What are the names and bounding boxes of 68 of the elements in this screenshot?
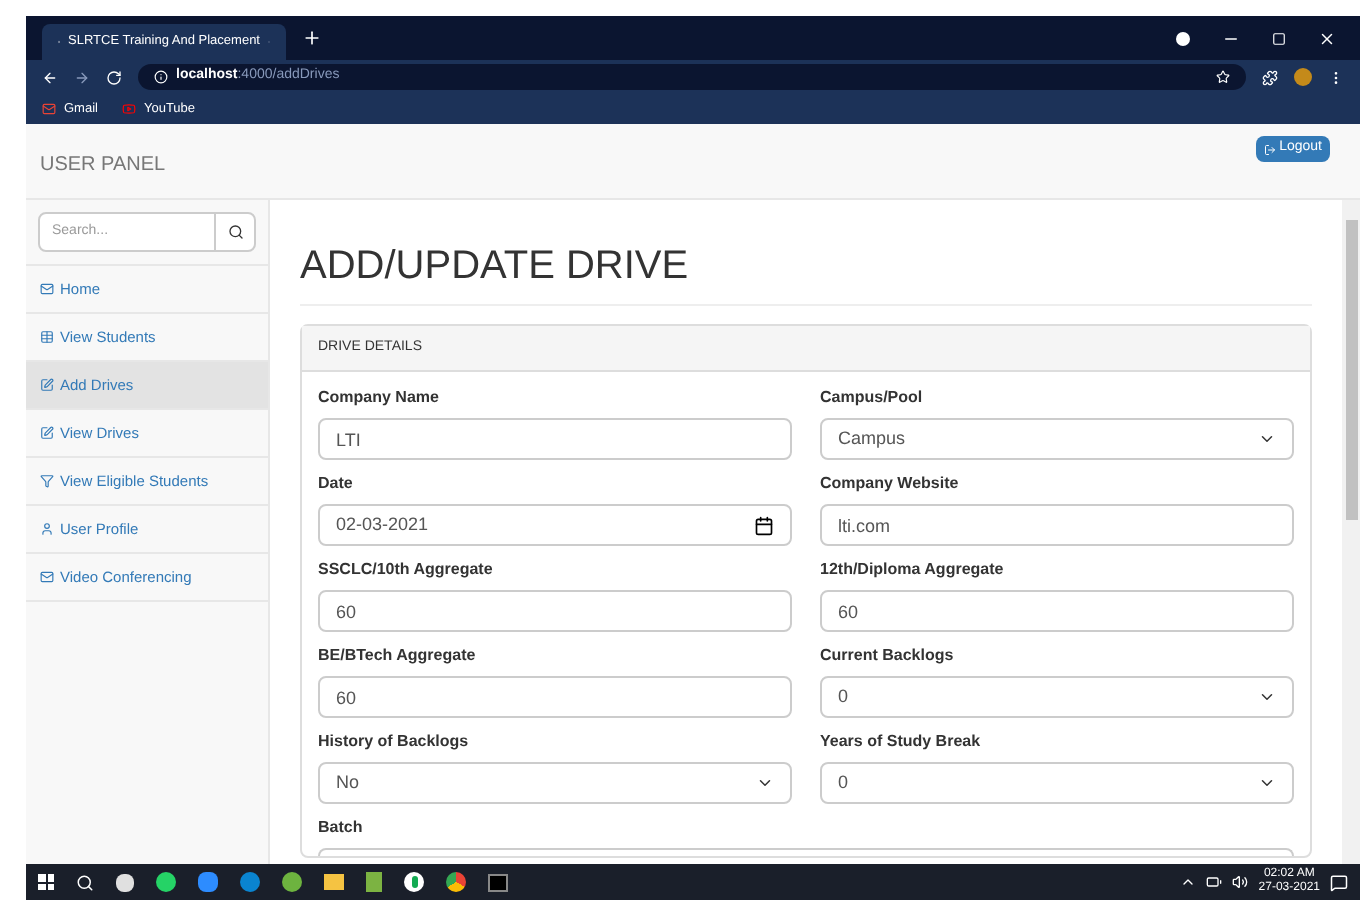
reload-icon[interactable] bbox=[106, 69, 122, 85]
mail-icon bbox=[42, 102, 56, 116]
field-label: Company Name bbox=[318, 386, 441, 410]
filter-icon bbox=[40, 474, 54, 488]
speaker-icon[interactable] bbox=[1232, 874, 1249, 890]
browser-app-icon[interactable] bbox=[240, 872, 260, 892]
video-play-icon bbox=[121, 102, 136, 116]
select-dropdown[interactable]: Campus bbox=[820, 418, 1294, 460]
text-input[interactable]: 60 bbox=[318, 590, 792, 632]
terminal-icon[interactable] bbox=[488, 873, 508, 891]
new-tab-icon[interactable] bbox=[302, 28, 322, 48]
date-input[interactable]: 02-03-2021 bbox=[318, 504, 792, 546]
select-value: 0 bbox=[838, 769, 849, 796]
select-value: No bbox=[336, 769, 360, 796]
select-dropdown[interactable]: 0 bbox=[820, 676, 1294, 718]
select-dropdown[interactable]: No bbox=[318, 762, 792, 804]
text-input[interactable]: LTI bbox=[318, 418, 792, 460]
field-label: Company Website bbox=[820, 472, 961, 496]
avatar-icon[interactable] bbox=[1294, 68, 1312, 86]
date-value: 02-03-2021 bbox=[336, 511, 429, 538]
chevron-down-icon bbox=[1258, 688, 1276, 706]
field-label: Batch bbox=[318, 816, 365, 840]
forward-icon[interactable] bbox=[74, 69, 90, 85]
chat-app-icon[interactable] bbox=[156, 872, 176, 892]
text-input[interactable] bbox=[318, 848, 1294, 856]
back-icon[interactable] bbox=[42, 69, 58, 85]
field-label: Current Backlogs bbox=[820, 644, 956, 668]
select-dropdown[interactable]: 0 bbox=[820, 762, 1294, 804]
table-icon bbox=[40, 330, 54, 344]
field-label: Date bbox=[318, 472, 355, 496]
field-label: BE/BTech Aggregate bbox=[318, 644, 478, 668]
user-icon bbox=[40, 522, 54, 536]
video-app-icon[interactable] bbox=[198, 872, 218, 892]
star-icon[interactable] bbox=[1216, 70, 1230, 84]
text-input[interactable]: 60 bbox=[820, 590, 1294, 632]
chevron-up-icon[interactable] bbox=[1180, 874, 1197, 890]
page-title: ADD/UPDATE DRIVE bbox=[300, 236, 1312, 306]
restore-icon[interactable] bbox=[1272, 31, 1286, 45]
select-value: Campus bbox=[838, 425, 906, 452]
battery-icon[interactable] bbox=[1206, 874, 1223, 890]
brand-title: USER PANEL bbox=[40, 152, 166, 180]
chevron-down-icon bbox=[1258, 774, 1276, 792]
field-label: Campus/Pool bbox=[820, 386, 925, 410]
text-input[interactable]: 60 bbox=[318, 676, 792, 718]
windows-start-icon[interactable] bbox=[38, 874, 54, 890]
calendar-icon bbox=[754, 515, 774, 535]
chrome-icon[interactable] bbox=[446, 872, 466, 892]
edit-icon bbox=[40, 378, 54, 392]
scrollbar[interactable] bbox=[1342, 200, 1360, 864]
leaf-app-icon[interactable] bbox=[282, 872, 302, 892]
info-icon bbox=[154, 70, 168, 84]
field-label: Years of Study Break bbox=[820, 730, 983, 754]
text-input[interactable]: lti.com bbox=[820, 504, 1294, 546]
field-label: 12th/Diploma Aggregate bbox=[820, 558, 1006, 582]
field-label: History of Backlogs bbox=[318, 730, 471, 754]
edit-icon bbox=[40, 426, 54, 440]
store-icon[interactable] bbox=[116, 873, 134, 891]
field-label: SSCLC/10th Aggregate bbox=[318, 558, 495, 582]
search-icon bbox=[227, 224, 243, 240]
logout-icon bbox=[1263, 143, 1276, 155]
select-value: 0 bbox=[838, 683, 849, 710]
chevron-down-icon bbox=[756, 774, 774, 792]
mail-icon bbox=[40, 570, 54, 584]
chevron-down-icon bbox=[1258, 430, 1276, 448]
search-icon[interactable] bbox=[76, 873, 94, 891]
notification-icon[interactable] bbox=[1330, 873, 1348, 891]
puzzle-icon[interactable] bbox=[1262, 69, 1278, 85]
mail-icon bbox=[40, 282, 54, 296]
